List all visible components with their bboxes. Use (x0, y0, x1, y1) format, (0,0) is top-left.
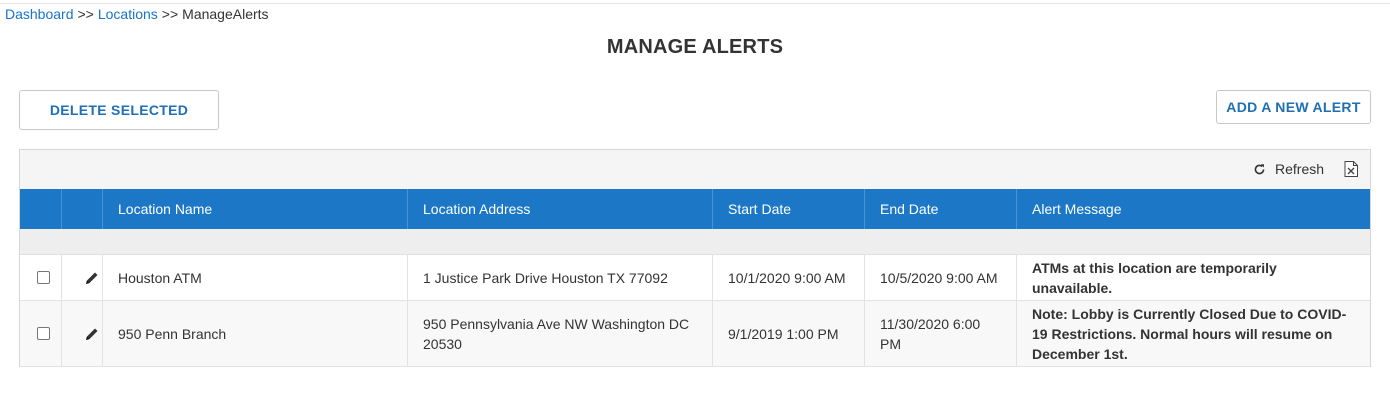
location-address-cell: 1 Justice Park Drive Houston TX 77092 (408, 255, 713, 300)
location-name-cell: 950 Penn Branch (103, 301, 408, 366)
location-name-cell: Houston ATM (103, 255, 408, 300)
breadcrumb-separator: >> (161, 6, 179, 22)
end-date-cell: 10/5/2020 9:00 AM (865, 255, 1017, 300)
row-checkbox[interactable] (37, 327, 50, 340)
breadcrumb-current: ManageAlerts (182, 6, 269, 22)
excel-export-icon[interactable] (1344, 161, 1358, 177)
add-new-alert-button[interactable]: ADD A NEW ALERT (1216, 90, 1371, 124)
breadcrumb-locations[interactable]: Locations (98, 6, 158, 22)
page-title: MANAGE ALERTS (606, 36, 784, 58)
start-date-cell: 10/1/2020 9:00 AM (713, 255, 865, 300)
grid-header: Location Name Location Address Start Dat… (20, 189, 1370, 229)
breadcrumb-dashboard[interactable]: Dashboard (5, 6, 74, 22)
header-location-name[interactable]: Location Name (103, 189, 408, 229)
row-checkbox[interactable] (37, 271, 50, 284)
grid-toolbar: Refresh (20, 150, 1370, 189)
header-location-address[interactable]: Location Address (408, 189, 713, 229)
header-edit-column (62, 189, 103, 229)
row-edit-cell (62, 255, 103, 300)
breadcrumb-separator: >> (77, 6, 94, 22)
header-end-date[interactable]: End Date (865, 189, 1017, 229)
alert-message-cell: ATMs at this location are temporarily un… (1032, 259, 1277, 296)
row-select-cell (20, 301, 62, 366)
refresh-icon (1254, 163, 1265, 174)
start-date-cell: 9/1/2019 1:00 PM (713, 301, 865, 366)
delete-selected-button[interactable]: DELETE SELECTED (19, 90, 219, 130)
row-edit-cell (62, 301, 103, 366)
end-date-cell: 11/30/2020 6:00 PM (865, 301, 1017, 366)
breadcrumb: Dashboard >> Locations >> ManageAlerts (5, 6, 269, 22)
refresh-label: Refresh (1275, 161, 1325, 177)
top-divider (0, 3, 1390, 4)
row-select-cell (20, 255, 62, 300)
pencil-icon[interactable] (84, 270, 100, 286)
header-start-date[interactable]: Start Date (713, 189, 865, 229)
alerts-grid: Refresh Location Name Location Address S… (19, 149, 1371, 367)
pencil-icon[interactable] (84, 326, 100, 342)
filter-row (20, 229, 1370, 255)
table-row: 950 Penn Branch 950 Pennsylvania Ave NW … (20, 301, 1370, 367)
location-address-cell: 950 Pennsylvania Ave NW Washington DC 20… (408, 301, 713, 366)
header-alert-message[interactable]: Alert Message (1017, 189, 1370, 229)
refresh-button[interactable]: Refresh (1253, 161, 1324, 177)
alert-message-cell: Note: Lobby is Currently Closed Due to C… (1032, 305, 1347, 362)
table-row: Houston ATM 1 Justice Park Drive Houston… (20, 255, 1370, 301)
header-select-column (20, 189, 62, 229)
